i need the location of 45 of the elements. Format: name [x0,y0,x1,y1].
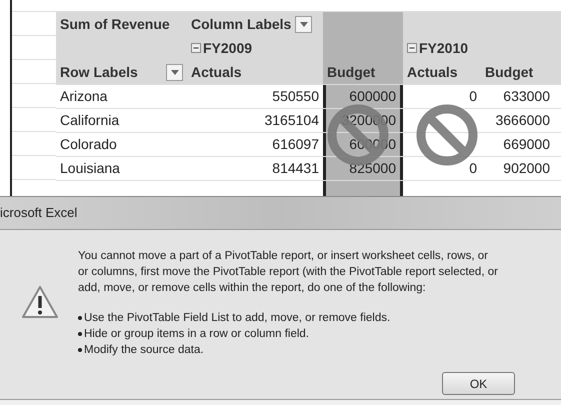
ok-button[interactable]: OK [442,372,515,395]
bullet-text: Hide or group items in a row or column field. [84,327,309,342]
row-label: Colorado [59,135,118,154]
value-cell-text: 3666000 [495,111,550,130]
bullet-icon [78,316,82,320]
value-label: Sum of Revenue [59,14,171,34]
row-labels-header: Row Labels [60,62,138,82]
value-cell-text: 633000 [503,87,550,106]
year-header: FY2010 [419,38,468,58]
year-header: FY2009 [203,38,252,58]
message-line: You cannot move a part of a PivotTable report, or insert worksheet cells, rows, or [78,249,489,264]
value-cell-text: 669000 [503,135,550,154]
value-cell-text: 600000 [349,87,396,106]
bullet-text: Use the PivotTable Field List to add, move, or remove fields. [84,311,390,326]
measure-header: Actuals [190,62,243,82]
value-cell-text: 3165104 [264,111,319,130]
row-label: California [59,111,120,130]
measure-header: Actuals [406,62,459,82]
column-labels-header: Column Labels [191,14,292,34]
message-line: or columns, first move the PivotTable report (with the PivotTable report selected, or [78,265,498,280]
value-cell-text: 550550 [272,87,319,106]
message-line: add, move, or remove cells within the report, do one of the following: [78,281,427,296]
value-cell-text: 616097 [272,135,319,154]
dropdown-button[interactable] [166,64,183,80]
collapse-icon[interactable] [407,43,417,53]
collapse-icon[interactable] [191,43,201,53]
caret-icon [170,70,178,74]
value-cell-text: 3200000 [341,111,396,130]
value-cell-text: 825000 [349,159,396,178]
row-label: Arizona [59,87,108,106]
value-cell-text: 0 [469,87,477,106]
dialog-title: icrosoft Excel [0,204,78,222]
value-cell-text: 0 [469,159,477,178]
dropdown-button[interactable] [295,16,312,32]
value-cell-text: 902000 [503,159,550,178]
row-label: Louisiana [59,159,121,178]
warning-icon [21,285,59,319]
bullet-icon [78,348,82,352]
bullet-icon [78,332,82,336]
caret-icon [300,22,308,26]
value-cell-text: 600000 [349,135,396,154]
measure-header: Budget [484,62,534,82]
measure-header: Budget [326,62,376,82]
bullet-text: Modify the source data. [84,343,204,358]
value-cell-text: 814431 [272,159,319,178]
